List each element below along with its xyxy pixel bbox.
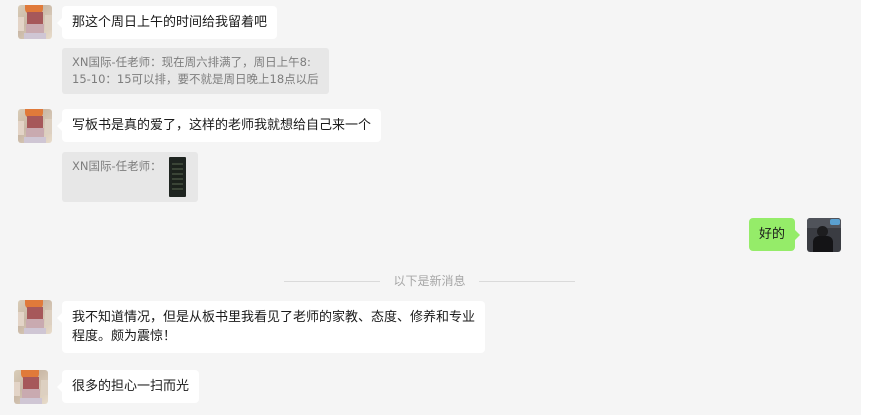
scrollbar-track[interactable] <box>861 0 872 415</box>
avatar[interactable] <box>18 5 52 39</box>
message-bubble-outgoing[interactable]: 好的 <box>749 218 801 251</box>
new-messages-divider: 以下是新消息 <box>284 273 575 289</box>
message-bubble[interactable]: 很多的担心一扫而光 <box>56 370 200 403</box>
quoted-message[interactable]: XN国际-任老师：现在周六排满了，周日上午8: 15-10：15可以排，要不就是… <box>62 48 329 94</box>
my-avatar[interactable] <box>807 218 841 252</box>
message-text-line: 我不知道情况，但是从板书里我看见了老师的家教、态度、修养和专业 <box>72 310 476 325</box>
avatar[interactable] <box>18 300 52 334</box>
message-bubble[interactable]: 写板书是真的爱了，这样的老师我就想给自己来一个 <box>56 109 382 142</box>
message-text: 好的 <box>759 227 786 242</box>
message-text: 很多的担心一扫而光 <box>72 379 190 394</box>
avatar[interactable] <box>14 370 48 404</box>
avatar[interactable] <box>18 109 52 143</box>
message-text: 那这个周日上午的时间给我留着吧 <box>72 15 268 30</box>
message-text-line: 程度。颇为震惊！ <box>72 329 177 344</box>
message-text: 写板书是真的爱了，这样的老师我就想给自己来一个 <box>72 118 372 133</box>
quoted-image-thumbnail[interactable] <box>169 157 186 197</box>
message-bubble[interactable]: 我不知道情况，但是从板书里我看见了老师的家教、态度、修养和专业 程度。颇为震惊！ <box>56 301 486 353</box>
message-bubble[interactable]: 那这个周日上午的时间给我留着吧 <box>56 6 278 39</box>
quote-text-line: 15-10：15可以排，要不就是周日晚上18点以后 <box>72 72 319 86</box>
quote-text-line: XN国际-任老师：现在周六排满了，周日上午8: <box>72 55 311 69</box>
